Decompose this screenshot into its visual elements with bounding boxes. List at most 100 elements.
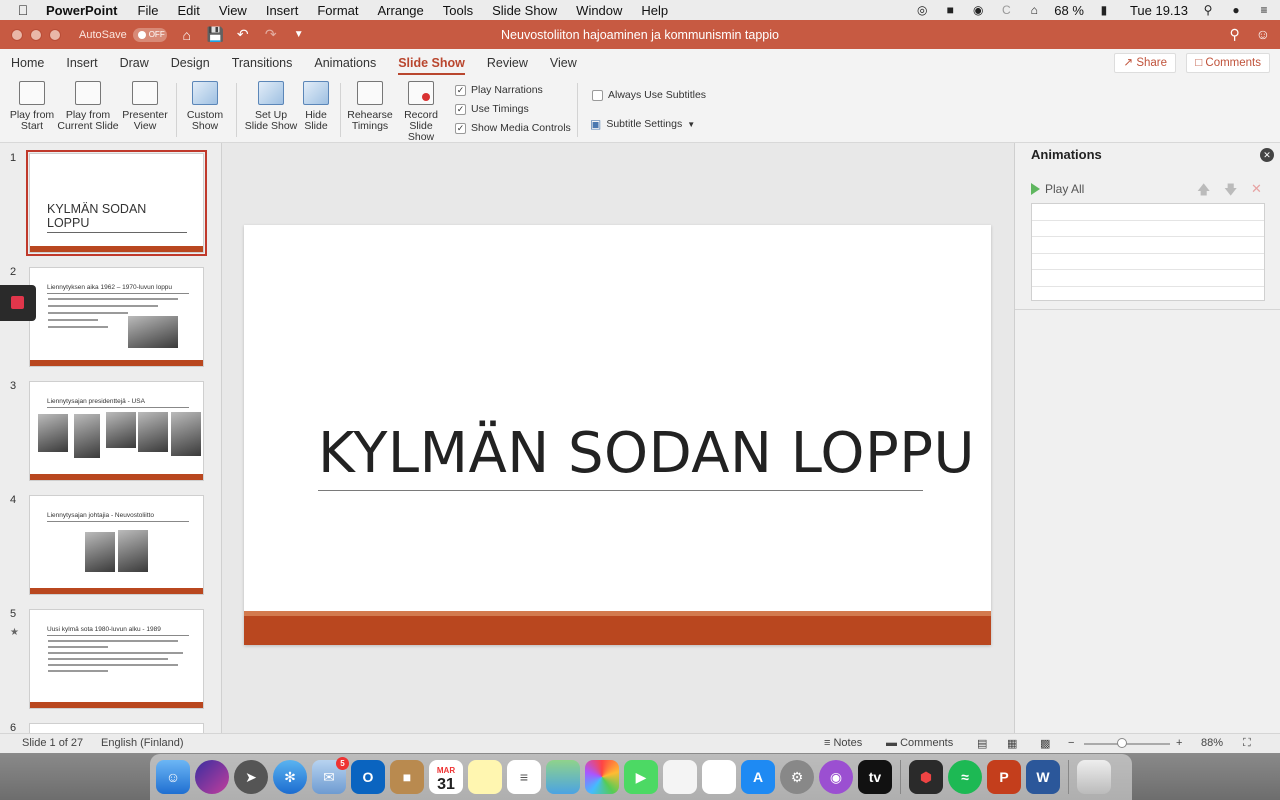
thumbnail-slide-3[interactable]: Liennytysajan presidenttejä - USA	[29, 381, 204, 481]
slide-title[interactable]: KYLMÄN SODAN LOPPU	[318, 421, 975, 486]
apple-tv-icon[interactable]: tv	[858, 760, 892, 794]
tab-draw[interactable]: Draw	[109, 49, 160, 77]
menu-format[interactable]: Format	[317, 3, 358, 18]
tab-design[interactable]: Design	[160, 49, 221, 77]
set-up-slide-show-button[interactable]: Set Up Slide Show	[244, 81, 298, 132]
record-slide-show-button[interactable]: Record Slide Show	[396, 81, 446, 143]
share-button[interactable]: ↗ Share	[1114, 53, 1176, 73]
home-icon[interactable]: ⌂	[179, 27, 195, 43]
zoom-in-icon[interactable]: +	[1176, 737, 1182, 749]
tab-home[interactable]: Home	[0, 49, 55, 77]
menu-tools[interactable]: Tools	[443, 3, 473, 18]
podcasts-icon[interactable]: ◉	[819, 760, 853, 794]
clock[interactable]: Tue 19.13	[1130, 3, 1188, 18]
feedback-icon[interactable]: ☺	[1256, 26, 1270, 43]
comments-status-button[interactable]: ▬ Comments	[886, 737, 953, 749]
app-menu[interactable]: PowerPoint	[46, 3, 118, 18]
preview-icon[interactable]	[663, 760, 697, 794]
thumbnail-slide-1[interactable]: KYLMÄN SODAN LOPPU	[26, 150, 207, 256]
finder-icon[interactable]: ☺	[156, 760, 190, 794]
redo-icon[interactable]: ↷	[263, 26, 279, 43]
comments-button[interactable]: □ Comments	[1186, 53, 1270, 73]
notification-center-icon[interactable]: ≡	[1256, 3, 1272, 17]
menu-insert[interactable]: Insert	[266, 3, 299, 18]
always-use-subtitles-checkbox[interactable]: Always Use Subtitles	[592, 89, 706, 101]
notes-button[interactable]: ≡ Notes	[824, 737, 862, 749]
move-down-icon[interactable]: 🡇	[1224, 181, 1237, 203]
delete-icon[interactable]: ✕	[1251, 181, 1262, 197]
word-icon[interactable]: W	[1026, 760, 1060, 794]
show-media-controls-checkbox[interactable]: ✓ Show Media Controls	[455, 122, 571, 134]
photos-icon[interactable]	[585, 760, 619, 794]
thumbnail-slide-5[interactable]: Uusi kylmä sota 1980-luvun alku - 1989	[29, 609, 204, 709]
minimize-window-button[interactable]	[30, 28, 42, 41]
siri-icon[interactable]	[195, 760, 229, 794]
reading-view-icon[interactable]: ▩	[1040, 737, 1050, 750]
autosave-toggle[interactable]: OFF	[132, 27, 167, 42]
spotify-icon[interactable]: ≈	[948, 760, 982, 794]
play-all-button[interactable]: Play All	[1031, 182, 1084, 196]
zoom-out-icon[interactable]: −	[1068, 737, 1074, 749]
contacts-icon[interactable]: ■	[390, 760, 424, 794]
menu-view[interactable]: View	[219, 3, 247, 18]
outlook-icon[interactable]: O	[351, 760, 385, 794]
app-status-icon[interactable]: ◉	[970, 3, 986, 17]
hide-slide-button[interactable]: Hide Slide	[300, 81, 332, 132]
creative-cloud-icon[interactable]: ◎	[914, 3, 930, 17]
tab-view[interactable]: View	[539, 49, 588, 77]
tab-animations[interactable]: Animations	[303, 49, 387, 77]
slide-canvas[interactable]: KYLMÄN SODAN LOPPU	[244, 225, 991, 645]
zoom-slider-handle[interactable]	[1117, 738, 1127, 748]
menu-window[interactable]: Window	[576, 3, 622, 18]
play-from-start-button[interactable]: Play from Start	[8, 81, 56, 132]
mail-icon[interactable]: ✉ 5	[312, 757, 349, 794]
screen-recorder-icon[interactable]: ⬢	[909, 760, 943, 794]
screen-recorder-stop-button[interactable]	[0, 285, 36, 321]
numbers-icon[interactable]	[702, 760, 736, 794]
thumbnail-slide-4[interactable]: Liennytysajan johtajia - Neuvostoliitto	[29, 495, 204, 595]
search-icon[interactable]: ⚲	[1229, 26, 1239, 43]
maps-icon[interactable]	[546, 760, 580, 794]
camera-icon[interactable]: ■	[942, 3, 958, 17]
zoom-level[interactable]: 88%	[1201, 737, 1223, 749]
wifi-icon[interactable]: ⌂	[1026, 3, 1042, 17]
close-pane-icon[interactable]: ✕	[1260, 148, 1274, 162]
battery-icon[interactable]: ▮	[1096, 3, 1112, 17]
bluetooth-icon[interactable]: Ϲ	[998, 3, 1014, 17]
subtitle-settings-dropdown[interactable]: ▣ Subtitle Settings ▼	[590, 117, 695, 131]
language-indicator[interactable]: English (Finland)	[101, 737, 184, 749]
tab-slide-show[interactable]: Slide Show	[387, 49, 476, 77]
close-window-button[interactable]	[11, 28, 23, 41]
presenter-view-button[interactable]: Presenter View	[121, 81, 169, 132]
menu-file[interactable]: File	[138, 3, 159, 18]
menu-arrange[interactable]: Arrange	[378, 3, 424, 18]
custom-show-button[interactable]: Custom Show	[182, 81, 228, 132]
normal-view-icon[interactable]: ▤	[977, 737, 987, 750]
menu-edit[interactable]: Edit	[177, 3, 199, 18]
move-up-icon[interactable]: 🡅	[1197, 181, 1210, 203]
system-preferences-icon[interactable]: ⚙	[780, 760, 814, 794]
apple-icon[interactable]: 	[0, 2, 46, 18]
animation-list[interactable]	[1031, 203, 1265, 301]
play-from-current-slide-button[interactable]: Play from Current Slide	[57, 81, 119, 132]
zoom-window-button[interactable]	[49, 28, 61, 41]
rehearse-timings-button[interactable]: Rehearse Timings	[346, 81, 394, 132]
siri-icon[interactable]: ●	[1228, 3, 1244, 17]
safari-icon[interactable]: ✻	[273, 760, 307, 794]
launchpad-icon[interactable]: ➤	[234, 760, 268, 794]
save-icon[interactable]: 💾	[207, 26, 224, 43]
menu-slide-show[interactable]: Slide Show	[492, 3, 557, 18]
zoom-slider[interactable]	[1084, 743, 1170, 745]
notes-app-icon[interactable]	[468, 760, 502, 794]
facetime-icon[interactable]: ▶	[624, 760, 658, 794]
undo-icon[interactable]: ↶	[235, 26, 251, 43]
app-store-icon[interactable]: A	[741, 760, 775, 794]
tab-transitions[interactable]: Transitions	[221, 49, 304, 77]
trash-icon[interactable]	[1077, 760, 1111, 794]
spotlight-search-icon[interactable]: ⚲	[1200, 3, 1216, 17]
calendar-icon[interactable]: MAR 31	[429, 760, 463, 794]
slide-sorter-icon[interactable]: ▦	[1007, 737, 1017, 750]
use-timings-checkbox[interactable]: ✓ Use Timings	[455, 103, 529, 115]
powerpoint-icon[interactable]: P	[987, 760, 1021, 794]
thumbnail-slide-2[interactable]: Liennytyksen aika 1962 – 1970-luvun lopp…	[29, 267, 204, 367]
